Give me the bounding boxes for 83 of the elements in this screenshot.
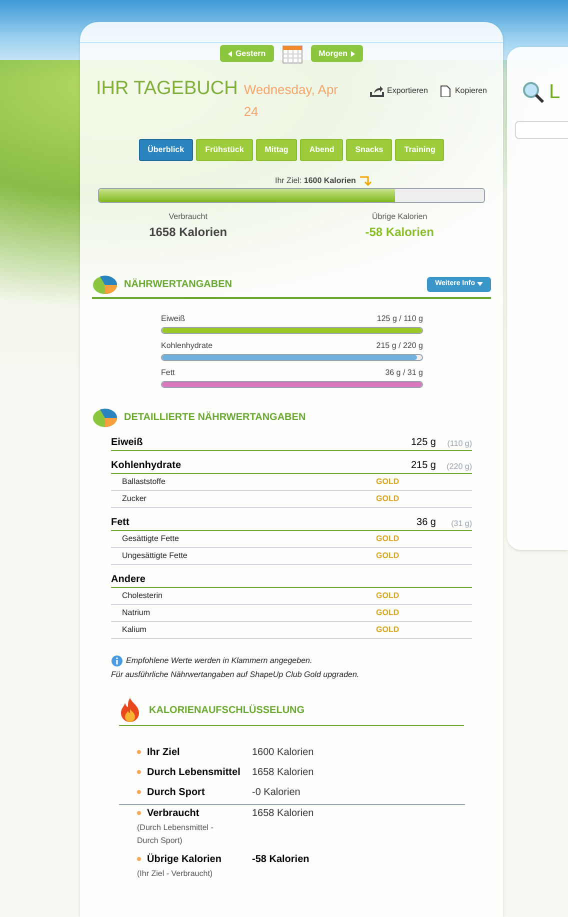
calendar-icon[interactable] — [282, 43, 303, 64]
bullet-icon — [137, 857, 141, 861]
nutrient-value: 36 g — [416, 516, 436, 530]
upgrade-required-label: GOLD — [376, 550, 400, 562]
search-icon — [521, 80, 545, 104]
nutrient-value: 215 g — [410, 459, 436, 473]
upgrade-required-label: GOLD — [376, 476, 400, 488]
nutrient-label: Kohlenhydrate — [161, 340, 213, 352]
document-icon — [438, 85, 452, 97]
nutrient-group-name: Eiweiß — [111, 436, 144, 450]
breakdown-label: Verbraucht — [147, 807, 200, 821]
bullet-icon — [137, 770, 141, 774]
upgrade-required-label: GOLD — [376, 590, 400, 602]
caret-left-icon — [228, 50, 232, 56]
recommended-value: (220 g) — [446, 461, 472, 473]
search-field[interactable] — [515, 121, 568, 139]
tab[interactable]: Snacks — [346, 139, 392, 161]
nutrient-reading: 125 g / 110 g — [376, 313, 423, 325]
nutrient-name: Natrium — [122, 607, 152, 619]
breakdown-value: 1658 Kalorien — [252, 766, 314, 780]
tab[interactable]: Frühstück — [196, 139, 253, 161]
breakdown-value: -58 Kalorien — [252, 853, 310, 867]
upgrade-required-label: GOLD — [376, 493, 400, 505]
upgrade-required-label: GOLD — [376, 624, 400, 636]
nutrient-group-name: Andere — [111, 573, 146, 587]
breakdown-label: Übrige Kalorien — [147, 853, 222, 867]
info-note: Empfohlene Werte werden in Klammern angegeben. — [126, 655, 312, 667]
breakdown-value: 1600 Kalorien — [252, 746, 314, 760]
side-title: L — [549, 80, 560, 105]
tab[interactable]: Training — [395, 139, 444, 161]
recommended-value: (110 g) — [446, 438, 472, 450]
nutrient-label: Fett — [161, 367, 175, 379]
section-title: KALORIENAUFSCHLÜSSELUNG — [149, 704, 305, 718]
nutrient-name: Cholesterin — [122, 590, 164, 602]
nutrient-name: Ballaststoffe — [122, 476, 166, 488]
upgrade-required-label: GOLD — [376, 533, 400, 545]
copy-link[interactable]: Kopieren — [438, 84, 487, 98]
info-icon — [111, 655, 123, 667]
bullet-icon — [137, 790, 141, 794]
flame-icon — [119, 697, 141, 723]
tab[interactable]: Abend — [300, 139, 344, 161]
nutrient-group-name: Fett — [111, 516, 130, 530]
tab[interactable]: Mittag — [256, 139, 298, 161]
remaining-label: Übrige Kalorien — [372, 211, 428, 223]
next-day-button[interactable]: Morgen — [310, 45, 363, 62]
breakdown-label: Ihr Ziel — [147, 746, 180, 760]
bullet-icon — [137, 811, 141, 815]
tab[interactable]: Überblick — [138, 139, 194, 161]
section-title: DETAILLIERTE NÄHRWERTANGABEN — [124, 410, 306, 424]
breakdown-label: Durch Sport — [147, 786, 205, 800]
breakdown-note: (Ihr Ziel - Verbraucht) — [137, 868, 214, 880]
breakdown-note: (Durch Lebensmittel - Durch Sport) — [137, 822, 214, 847]
pie-chart-icon — [92, 273, 118, 295]
nutrient-label: Eiweiß — [161, 313, 186, 325]
nutrient-name: Kalium — [122, 624, 148, 636]
breakdown-label: Durch Lebensmittel — [147, 766, 240, 780]
caret-down-icon — [477, 282, 483, 286]
breakdown-value: -0 Kalorien — [252, 786, 300, 800]
remaining-value: -58 Kalorien — [365, 224, 434, 241]
arrow-down-icon — [358, 175, 373, 187]
diary-title: IHR TAGEBUCH — [96, 78, 238, 100]
caret-right-icon — [350, 50, 355, 56]
bullet-icon — [137, 750, 141, 754]
consumed-label: Verbraucht — [168, 211, 208, 223]
goal-label: Ihr Ziel: 1600 Kalorien — [275, 175, 356, 187]
nutrient-name: Zucker — [122, 493, 148, 505]
section-title: NÄHRWERTANGABEN — [124, 278, 232, 292]
nutrient-reading: 36 g / 31 g — [385, 367, 423, 379]
breakdown-value: 1658 Kalorien — [252, 807, 314, 821]
nutrient-name: Ungesättigte Fette — [122, 550, 188, 562]
upgrade-required-label: GOLD — [376, 607, 400, 619]
pie-chart-icon — [92, 406, 118, 428]
date-label: Wednesday, Apr 24 — [244, 81, 340, 121]
nutrient-value: 125 g — [410, 436, 436, 450]
export-icon — [370, 85, 384, 97]
consumed-value: 1658 Kalorien — [149, 224, 228, 241]
recommended-value: (31 g) — [450, 518, 472, 530]
export-link[interactable]: Exportieren — [370, 84, 428, 98]
nutrient-name: Gesättigte Fette — [122, 533, 180, 545]
info-note: Für ausführliche Nährwertangaben auf ShapeUp Club Gold upgraden. — [111, 669, 360, 681]
nutrient-group-name: Kohlenhydrate — [111, 459, 182, 473]
nutrient-reading: 215 g / 220 g — [376, 340, 423, 352]
previous-day-button[interactable]: Gestern — [220, 45, 274, 62]
